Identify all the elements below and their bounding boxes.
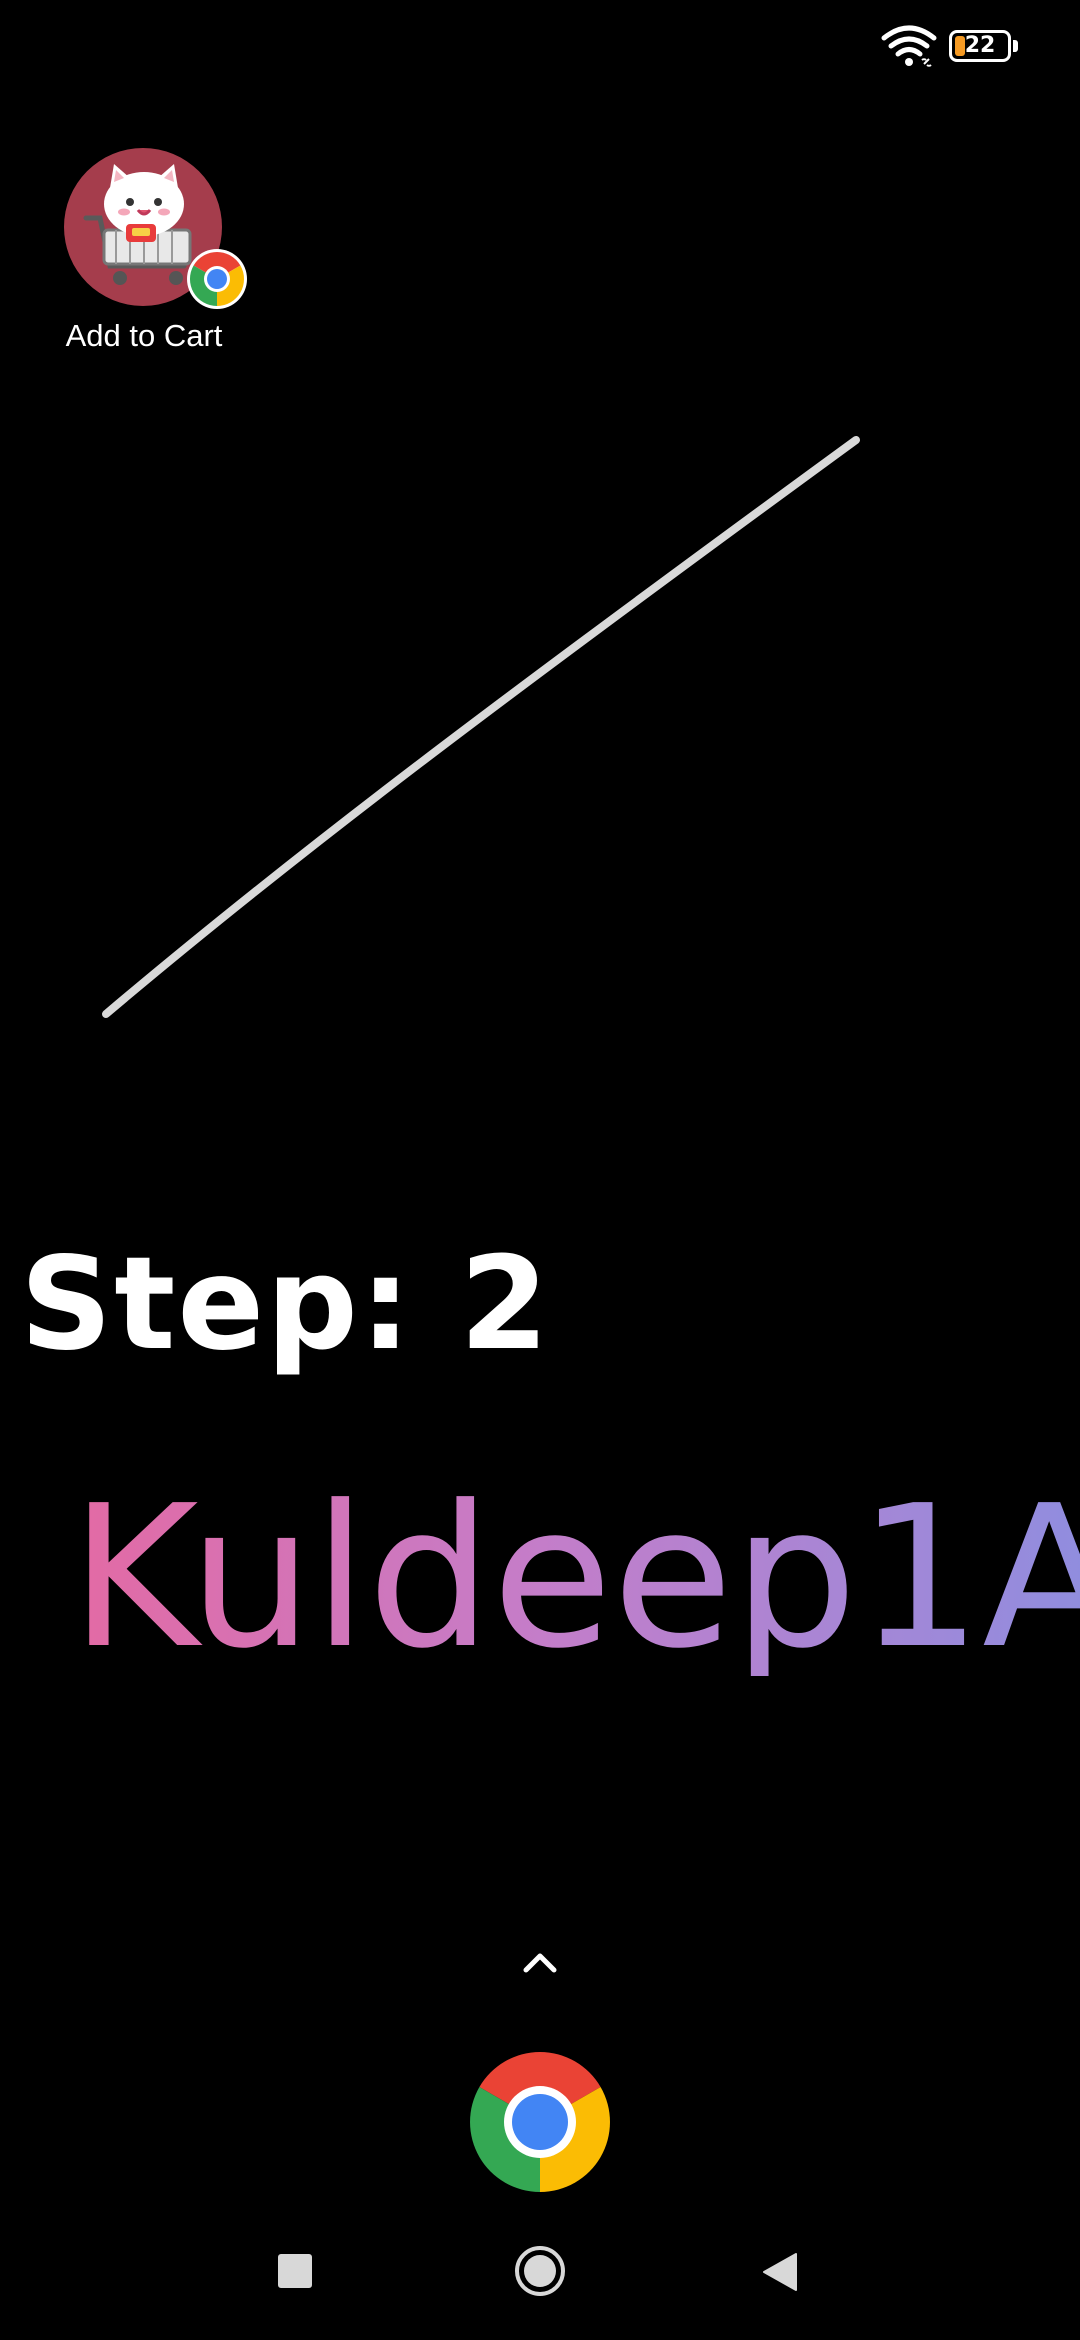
chrome-icon[interactable]	[460, 2042, 620, 2202]
square-icon[interactable]	[278, 2254, 312, 2288]
triangle-back-icon[interactable]	[762, 2252, 798, 2292]
navigation-bar	[0, 2220, 1080, 2340]
step-indicator: Step: 2	[20, 1230, 551, 1379]
watermark-text: Kuldeep1A	[70, 1480, 1080, 1676]
gesture-stroke	[102, 436, 860, 1018]
chevron-up-icon[interactable]	[522, 1950, 558, 1974]
circle-home-icon[interactable]	[513, 2244, 567, 2298]
